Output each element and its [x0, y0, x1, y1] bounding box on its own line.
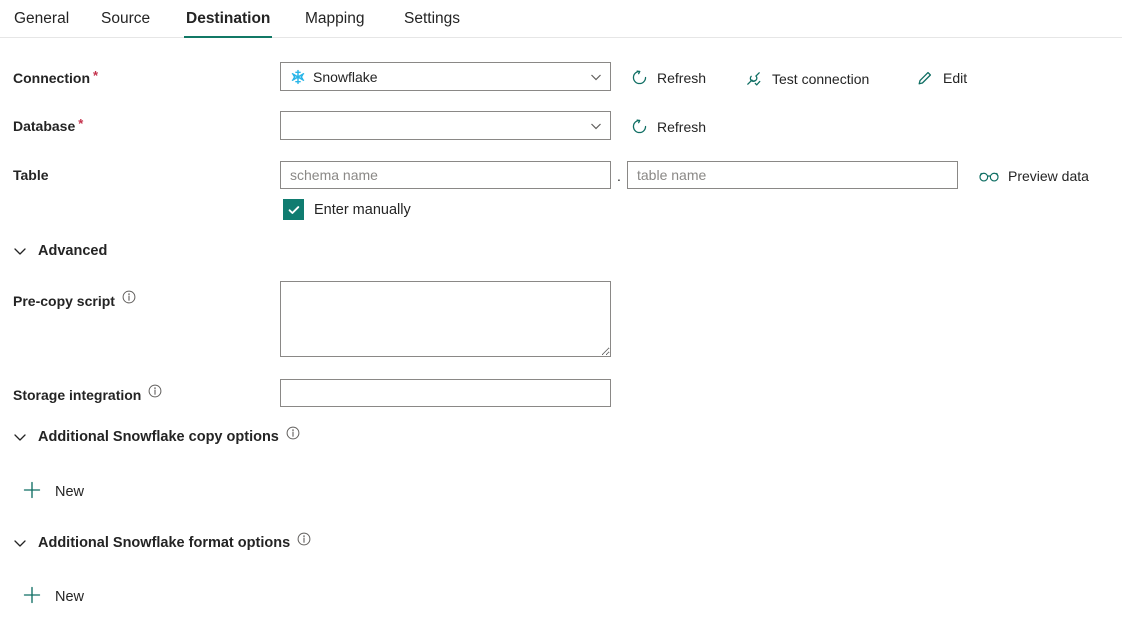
tab-underline — [402, 36, 462, 38]
chevron-down-icon — [590, 71, 602, 83]
refresh-icon — [631, 69, 648, 86]
table-label-text: Table — [13, 167, 49, 183]
connection-refresh-button[interactable]: Refresh — [629, 67, 708, 88]
glasses-icon — [979, 169, 999, 183]
plus-icon — [22, 585, 42, 609]
tab-label: Source — [101, 10, 151, 27]
chevron-down-icon — [13, 536, 27, 550]
tab-destination[interactable]: Destination — [184, 0, 273, 38]
chevron-down-icon — [13, 244, 27, 258]
advanced-section-header[interactable]: Advanced — [13, 243, 107, 259]
connection-refresh-label: Refresh — [657, 69, 707, 86]
info-icon[interactable] — [122, 290, 136, 304]
chevron-down-icon — [590, 120, 602, 132]
test-connection-label: Test connection — [772, 70, 870, 87]
tab-general[interactable]: General — [12, 0, 71, 38]
database-refresh-label: Refresh — [657, 118, 707, 135]
destination-tab-panel: General Source Destination Mapping Setti… — [0, 0, 1122, 622]
chevron-down-icon — [13, 430, 27, 444]
pre-copy-script-textarea[interactable] — [280, 281, 611, 357]
database-label-text: Database — [13, 118, 76, 134]
preview-data-button[interactable]: Preview data — [977, 166, 1091, 186]
table-name-input[interactable] — [627, 161, 958, 189]
tab-label: General — [14, 10, 70, 27]
edit-connection-button[interactable]: Edit — [914, 67, 969, 89]
edit-connection-label: Edit — [943, 70, 968, 86]
schema-table-separator: . — [617, 168, 621, 184]
tab-underline — [303, 36, 366, 38]
enter-manually-checkbox-row[interactable]: Enter manually — [283, 199, 411, 220]
copy-options-section-label: Additional Snowflake copy options — [38, 429, 279, 445]
format-options-section-label: Additional Snowflake format options — [38, 535, 291, 551]
tab-settings[interactable]: Settings — [402, 0, 462, 38]
storage-integration-label-text: Storage integration — [13, 387, 142, 403]
tab-underline — [99, 36, 152, 38]
plug-check-icon — [744, 69, 763, 88]
info-icon[interactable] — [286, 426, 300, 440]
plus-icon — [22, 480, 42, 504]
format-options-section-header[interactable]: Additional Snowflake format options — [13, 532, 311, 551]
enter-manually-label: Enter manually — [314, 201, 411, 218]
connection-value-wrap: Snowflake — [281, 69, 378, 85]
tab-underline-active — [184, 36, 273, 38]
connection-value: Snowflake — [313, 68, 378, 85]
copy-options-new-button[interactable]: New — [22, 480, 84, 504]
tab-mapping[interactable]: Mapping — [303, 0, 366, 38]
tab-source[interactable]: Source — [99, 0, 152, 38]
tab-label: Mapping — [305, 10, 365, 27]
schema-name-input[interactable] — [280, 161, 611, 189]
required-indicator: * — [78, 115, 84, 131]
connection-label: Connection * — [13, 67, 99, 87]
tab-label: Settings — [404, 10, 461, 27]
preview-data-label: Preview data — [1008, 168, 1089, 184]
table-label: Table — [13, 167, 49, 183]
connection-dropdown[interactable]: Snowflake — [280, 62, 611, 91]
enter-manually-checkbox[interactable] — [283, 199, 304, 220]
database-refresh-button[interactable]: Refresh — [629, 116, 708, 137]
checkmark-icon — [287, 203, 301, 217]
snowflake-icon — [290, 69, 306, 85]
connection-label-text: Connection — [13, 70, 90, 86]
database-dropdown[interactable] — [280, 111, 611, 140]
pencil-icon — [916, 69, 934, 87]
tab-underline — [12, 36, 71, 38]
pre-copy-script-label-text: Pre-copy script — [13, 293, 115, 309]
tab-bar: General Source Destination Mapping Setti… — [0, 0, 1122, 38]
test-connection-button[interactable]: Test connection — [742, 67, 871, 90]
database-label: Database * — [13, 115, 84, 135]
storage-integration-input[interactable] — [280, 379, 611, 407]
storage-integration-label: Storage integration — [13, 384, 162, 403]
info-icon[interactable] — [297, 532, 311, 546]
copy-options-section-header[interactable]: Additional Snowflake copy options — [13, 426, 300, 445]
tab-label: Destination — [186, 10, 271, 27]
pre-copy-script-label: Pre-copy script — [13, 290, 136, 309]
advanced-section-label: Advanced — [38, 243, 108, 259]
format-options-new-label: New — [55, 589, 85, 605]
refresh-icon — [631, 118, 648, 135]
required-indicator: * — [93, 67, 99, 83]
info-icon[interactable] — [148, 384, 162, 398]
copy-options-new-label: New — [55, 484, 85, 500]
format-options-new-button[interactable]: New — [22, 585, 84, 609]
